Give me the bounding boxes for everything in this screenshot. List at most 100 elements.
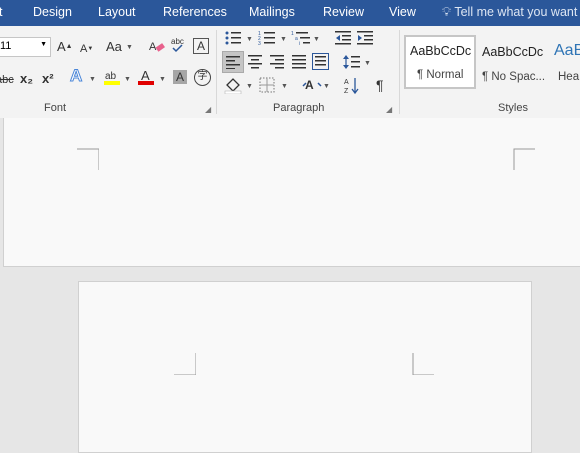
justify-button[interactable] [291,54,307,74]
increase-indent-button[interactable] [356,30,374,50]
svg-text:a: a [295,36,298,42]
chevron-down-icon[interactable]: ▼ [89,76,96,83]
chevron-down-icon: ▼ [40,41,47,48]
lightbulb-icon: 💡︎ [442,4,452,19]
font-dialog-launcher-icon[interactable]: ◢ [205,105,211,114]
paint-bucket-icon [224,78,242,95]
sort-icon: AZ [344,78,359,95]
distributed-button[interactable] [312,53,330,75]
font-group-label: Font [44,102,67,114]
grow-font-icon: A [57,39,66,54]
svg-text:A: A [149,41,157,53]
style-name: ¶ Normal [417,69,464,81]
align-center-icon [248,55,262,69]
numbering-icon: 123 [258,31,275,47]
change-case-icon: Aa [106,39,122,54]
font-color-button[interactable]: A [138,68,154,90]
spell-check-icon: abc [171,37,184,53]
character-shading-button[interactable]: A [173,70,187,84]
bullets-button[interactable] [224,30,242,50]
style-no-spacing[interactable]: AaBbCcDc ¶ No Spac... [477,36,547,86]
svg-text:ab: ab [105,71,117,82]
decrease-indent-button[interactable] [334,30,352,50]
paragraph-group-label: Paragraph [273,102,325,114]
enclose-characters-button[interactable]: 字 [194,69,211,86]
chevron-down-icon[interactable]: ▼ [246,36,253,43]
chevron-down-icon[interactable]: ▼ [124,76,131,83]
multilevel-list-button[interactable]: 1ai [291,30,311,50]
subscript-icon: x₂ [20,71,34,86]
tell-me-text: Tell me what you want [454,5,578,19]
show-hide-marks-button[interactable]: ¶ [376,77,384,93]
group-divider [216,30,217,114]
style-normal[interactable]: AaBbCcDc ¶ Normal [404,35,476,89]
crop-mark-top-right-icon [513,148,535,170]
borders-button[interactable] [259,77,275,97]
crop-mark-top-left-icon [77,148,99,170]
increase-indent-icon [357,31,373,45]
align-right-button[interactable] [269,54,285,74]
style-name: Hea [558,71,580,83]
tab-mailings[interactable]: Mailings [249,5,295,19]
style-heading-1[interactable]: AaBl Hea [550,36,580,86]
text-effects-button[interactable]: A [69,67,82,85]
chevron-down-icon[interactable]: ▼ [313,36,320,43]
ribbon: 11 ▼ A▲ A▼ Aa ▼ A abc A abc x₂ x² A ▼ ab… [0,26,580,119]
multilevel-list-icon: 1ai [291,31,310,47]
align-center-button[interactable] [247,54,263,74]
superscript-button[interactable]: x² [42,71,54,87]
tab-design[interactable]: Design [33,5,72,19]
styles-group-label: Styles [498,102,528,114]
tab-references[interactable]: References [163,5,227,19]
text-effects-abc-button[interactable]: abc [170,36,188,58]
align-left-button[interactable] [222,51,244,73]
asian-layout-button[interactable]: A [302,76,322,98]
style-sample: AaBl [554,42,580,59]
document-page[interactable] [78,281,532,453]
svg-text:A: A [141,68,150,83]
character-border-button[interactable]: A [193,38,209,54]
numbering-button[interactable]: 123 [258,30,276,50]
text-highlight-button[interactable]: ab [103,68,121,90]
chevron-down-icon[interactable]: ▼ [323,83,330,90]
change-case-button[interactable]: Aa [106,39,122,55]
grow-font-button[interactable]: A▲ [57,39,73,55]
shrink-font-button[interactable]: A▼ [80,41,93,57]
svg-text:A: A [344,79,349,86]
tell-me-box[interactable]: 💡︎ Tell me what you want [442,4,577,20]
chevron-down-icon[interactable]: ▼ [126,44,133,51]
chevron-down-icon[interactable]: ▼ [280,36,287,43]
tab-review[interactable]: Review [323,5,364,19]
line-spacing-icon [343,55,360,69]
svg-text:Z: Z [344,88,349,95]
paragraph-dialog-launcher-icon[interactable]: ◢ [386,105,392,114]
document-page[interactable] [3,118,580,267]
chevron-down-icon[interactable]: ▼ [364,60,371,67]
style-name: ¶ No Spac... [482,71,546,83]
chevron-down-icon[interactable]: ▼ [281,83,288,90]
svg-text:3: 3 [258,41,261,46]
font-size-box[interactable]: 11 ▼ [0,37,51,57]
crop-mark-top-left-icon [174,353,196,375]
clear-formatting-button[interactable]: A [148,38,166,58]
borders-icon [259,77,275,93]
chevron-down-icon[interactable]: ▼ [246,83,253,90]
document-canvas[interactable] [0,118,580,453]
sort-button[interactable]: AZ [343,76,361,100]
decrease-indent-icon [335,31,351,45]
subscript-button[interactable]: x₂ [20,71,33,87]
chevron-down-icon[interactable]: ▼ [159,76,166,83]
highlighter-icon: ab [104,71,120,85]
strikethrough-button[interactable]: abc [0,72,14,88]
tab-view[interactable]: View [389,5,416,19]
style-sample: AaBbCcDc [410,44,472,58]
align-left-icon [226,56,240,70]
line-spacing-button[interactable] [343,53,361,75]
superscript-icon: x² [42,71,54,86]
strikethrough-icon: abc [0,74,14,86]
shading-button[interactable] [224,76,242,98]
font-size-value: 11 [0,40,12,52]
style-sample: AaBbCcDc [482,45,544,59]
tab-file-partial[interactable]: t [0,5,2,19]
tab-layout[interactable]: Layout [98,5,136,19]
